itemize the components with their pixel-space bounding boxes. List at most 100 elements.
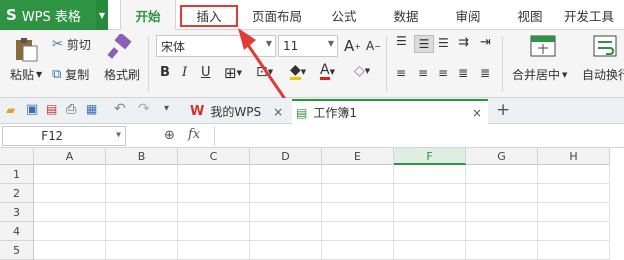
align-right-icon[interactable]: ≡ bbox=[438, 66, 448, 80]
row-header-4[interactable]: 4 bbox=[0, 222, 34, 241]
align-center-icon[interactable]: ≡ bbox=[418, 66, 428, 80]
cell-f3[interactable] bbox=[394, 203, 466, 222]
select-all-corner[interactable] bbox=[0, 148, 34, 165]
paste-icon[interactable] bbox=[12, 36, 40, 62]
column-header-e[interactable]: E bbox=[322, 148, 394, 165]
cell-b5[interactable] bbox=[106, 241, 178, 260]
increase-font-icon[interactable]: A + bbox=[344, 37, 361, 55]
print-preview-icon[interactable]: ▦ bbox=[86, 102, 97, 116]
cell-f5[interactable] bbox=[394, 241, 466, 260]
export-pdf-icon[interactable]: ▤ bbox=[46, 102, 57, 116]
cell-g3[interactable] bbox=[466, 203, 538, 222]
customize-quickbar-icon[interactable]: ▾ bbox=[164, 103, 169, 114]
cell-f4[interactable] bbox=[394, 222, 466, 241]
name-box[interactable]: F12 ▼ bbox=[2, 126, 126, 146]
cell-c4[interactable] bbox=[178, 222, 250, 241]
row-header-3[interactable]: 3 bbox=[0, 203, 34, 222]
app-menu-dropdown-icon[interactable]: ▼ bbox=[96, 0, 108, 30]
format-painter-icon[interactable] bbox=[106, 34, 134, 60]
formula-input[interactable] bbox=[216, 126, 622, 146]
cell-c3[interactable] bbox=[178, 203, 250, 222]
paste-button[interactable]: 粘贴 ▼ bbox=[10, 66, 42, 83]
clear-format-icon[interactable]: ◇ ▼ bbox=[354, 63, 370, 79]
column-header-a[interactable]: A bbox=[34, 148, 106, 165]
cell-c2[interactable] bbox=[178, 184, 250, 203]
indent-icon[interactable]: ⇥ bbox=[480, 35, 491, 50]
cell-e5[interactable] bbox=[322, 241, 394, 260]
cell-d4[interactable] bbox=[250, 222, 322, 241]
wrap-indent-icon[interactable]: ⇉ bbox=[458, 35, 469, 50]
row-header-2[interactable]: 2 bbox=[0, 184, 34, 203]
align-middle-icon[interactable]: ☰ bbox=[414, 35, 434, 53]
column-header-h[interactable]: H bbox=[538, 148, 610, 165]
cell-d3[interactable] bbox=[250, 203, 322, 222]
redo-icon[interactable]: ↷ bbox=[138, 101, 150, 117]
font-color-icon[interactable]: A ▼ bbox=[320, 63, 335, 80]
cell-a5[interactable] bbox=[34, 241, 106, 260]
cell-b1[interactable] bbox=[106, 165, 178, 184]
zoom-search-icon[interactable]: ⊕ bbox=[164, 128, 175, 143]
wrap-text-button[interactable]: 自动换行 bbox=[582, 66, 624, 83]
close-icon[interactable]: × bbox=[273, 105, 283, 119]
cell-g4[interactable] bbox=[466, 222, 538, 241]
cell-e1[interactable] bbox=[322, 165, 394, 184]
cell-c1[interactable] bbox=[178, 165, 250, 184]
close-icon[interactable]: × bbox=[472, 106, 482, 120]
app-menu-button[interactable]: S WPS 表格 bbox=[0, 0, 96, 30]
tab-developer[interactable]: 开发工具 bbox=[564, 0, 624, 30]
cell-b3[interactable] bbox=[106, 203, 178, 222]
cell-h5[interactable] bbox=[538, 241, 610, 260]
cell-a3[interactable] bbox=[34, 203, 106, 222]
tab-view[interactable]: 视图 bbox=[504, 0, 556, 30]
cell-h3[interactable] bbox=[538, 203, 610, 222]
format-painter-button[interactable]: 格式刷 bbox=[104, 66, 140, 83]
italic-icon[interactable]: I bbox=[182, 65, 187, 80]
cell-a4[interactable] bbox=[34, 222, 106, 241]
distributed-align-icon[interactable]: ≣ bbox=[480, 66, 490, 80]
cell-d2[interactable] bbox=[250, 184, 322, 203]
cell-d1[interactable] bbox=[250, 165, 322, 184]
wrap-text-icon[interactable] bbox=[592, 34, 618, 58]
copy-button[interactable]: ⧉ 复制 bbox=[52, 66, 89, 83]
column-header-f[interactable]: F bbox=[394, 148, 466, 165]
column-header-c[interactable]: C bbox=[178, 148, 250, 165]
tab-workbook[interactable]: ▤ 工作簿1 × bbox=[292, 99, 488, 124]
align-bottom-icon[interactable]: ☰ bbox=[438, 36, 449, 50]
tab-formulas[interactable]: 公式 bbox=[316, 0, 372, 30]
undo-icon[interactable]: ↶ bbox=[114, 101, 126, 117]
merge-center-button[interactable]: 合并居中 ▼ bbox=[512, 66, 567, 83]
cell-a2[interactable] bbox=[34, 184, 106, 203]
cell-e2[interactable] bbox=[322, 184, 394, 203]
fx-icon[interactable]: fx bbox=[188, 127, 200, 142]
column-header-d[interactable]: D bbox=[250, 148, 322, 165]
chevron-down-icon[interactable]: ▼ bbox=[116, 130, 121, 139]
cell-g5[interactable] bbox=[466, 241, 538, 260]
cut-button[interactable]: ✂ 剪切 bbox=[52, 36, 91, 53]
align-left-icon[interactable]: ≡ bbox=[396, 66, 406, 80]
cell-h4[interactable] bbox=[538, 222, 610, 241]
cell-c5[interactable] bbox=[178, 241, 250, 260]
cell-e4[interactable] bbox=[322, 222, 394, 241]
tab-home[interactable]: 开始 bbox=[120, 0, 176, 31]
tab-review[interactable]: 审阅 bbox=[442, 0, 494, 30]
cell-b4[interactable] bbox=[106, 222, 178, 241]
row-header-1[interactable]: 1 bbox=[0, 165, 34, 184]
cell-f1[interactable] bbox=[394, 165, 466, 184]
underline-icon[interactable]: U bbox=[201, 65, 211, 80]
column-header-b[interactable]: B bbox=[106, 148, 178, 165]
column-header-g[interactable]: G bbox=[466, 148, 538, 165]
tab-data[interactable]: 数据 bbox=[380, 0, 432, 30]
print-icon[interactable]: ⎙ bbox=[66, 102, 76, 117]
save-icon[interactable]: ▣ bbox=[26, 102, 38, 117]
paste-dropdown-icon[interactable]: ▼ bbox=[36, 70, 42, 79]
merge-center-icon[interactable] bbox=[530, 34, 556, 58]
cell-d5[interactable] bbox=[250, 241, 322, 260]
cell-e3[interactable] bbox=[322, 203, 394, 222]
row-header-5[interactable]: 5 bbox=[0, 241, 34, 260]
cell-g1[interactable] bbox=[466, 165, 538, 184]
open-folder-icon[interactable]: ▰ bbox=[6, 103, 15, 117]
bold-icon[interactable]: B bbox=[160, 65, 170, 80]
cell-a1[interactable] bbox=[34, 165, 106, 184]
justify-icon[interactable]: ≣ bbox=[458, 66, 468, 80]
tab-my-wps[interactable]: W 我的WPS × bbox=[190, 103, 283, 120]
